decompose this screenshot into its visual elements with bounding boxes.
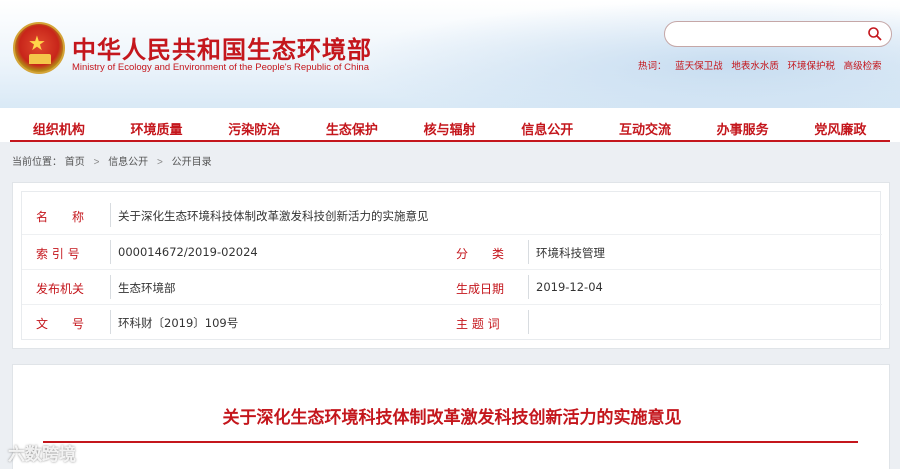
name-label: 名 称	[36, 210, 85, 224]
name-value: 关于深化生态环境科技体制改革激发科技创新活力的实施意见	[118, 209, 429, 223]
advanced-search-link[interactable]: 高级检索	[844, 61, 882, 72]
hot-word-link[interactable]: 环境保护税	[787, 61, 835, 72]
index-value: 000014672/2019-02024	[118, 245, 258, 259]
article-panel: 关于深化生态环境科技体制改革激发科技创新活力的实施意见	[12, 364, 890, 469]
date-value: 2019-12-04	[536, 280, 603, 294]
hot-word-link[interactable]: 地表水水质	[731, 61, 779, 72]
document-info-panel: 名 称 关于深化生态环境科技体制改革激发科技创新活力的实施意见 索 引 号 00…	[12, 182, 890, 349]
nav-item-pollution-control[interactable]: 污染防治	[205, 119, 303, 138]
info-row-docno: 文 号 环科财〔2019〕109号 主 题 词	[22, 304, 882, 339]
nav-item-information-disclosure[interactable]: 信息公开	[498, 119, 596, 138]
search-input[interactable]	[664, 21, 892, 47]
national-emblem-icon[interactable]: ★	[13, 22, 65, 74]
article-title: 关于深化生态环境科技体制改革激发科技创新活力的实施意见	[222, 408, 682, 428]
star-icon: ★	[28, 31, 46, 55]
cell-divider	[110, 275, 111, 299]
search-icon[interactable]	[867, 26, 883, 42]
category-value: 环境科技管理	[536, 246, 605, 260]
nav-item-interaction[interactable]: 互动交流	[596, 119, 694, 138]
hot-words-label: 热词：	[638, 61, 667, 72]
issuer-value: 生态环境部	[118, 281, 176, 295]
hot-words: 热词： 蓝天保卫战 地表水水质 环境保护税 高级检索	[638, 58, 882, 72]
nav-item-organization[interactable]: 组织机构	[10, 119, 108, 138]
breadcrumb-item-home[interactable]: 首页	[65, 157, 85, 168]
site-title[interactable]: 中华人民共和国生态环境部	[72, 30, 372, 65]
site-header: ★ 中华人民共和国生态环境部 Ministry of Ecology and E…	[0, 0, 900, 108]
topic-label: 主 题 词	[456, 317, 500, 331]
cell-divider	[528, 310, 529, 334]
breadcrumb-separator: >	[156, 157, 163, 168]
docno-value: 环科财〔2019〕109号	[118, 316, 239, 330]
info-row-index: 索 引 号 000014672/2019-02024 分 类 环境科技管理	[22, 234, 882, 269]
info-row-issuer: 发布机关 生态环境部 生成日期 2019-12-04	[22, 269, 882, 304]
nav-item-ecology-protection[interactable]: 生态保护	[303, 119, 401, 138]
document-info-table: 名 称 关于深化生态环境科技体制改革激发科技创新活力的实施意见 索 引 号 00…	[21, 191, 882, 340]
cell-divider	[110, 240, 111, 264]
nav-item-services[interactable]: 办事服务	[694, 119, 792, 138]
cell-divider	[528, 275, 529, 299]
article-divider	[43, 441, 858, 443]
date-label: 生成日期	[456, 282, 505, 296]
nav-item-environment-quality[interactable]: 环境质量	[108, 119, 206, 138]
index-label: 索 引 号	[36, 247, 80, 261]
gate-icon	[29, 54, 51, 64]
breadcrumb: 当前位置： 首页 > 信息公开 > 公开目录	[12, 153, 212, 168]
breadcrumb-separator: >	[93, 157, 100, 168]
site-subtitle: Ministry of Ecology and Environment of t…	[72, 62, 370, 73]
issuer-label: 发布机关	[36, 282, 85, 296]
cell-divider	[110, 203, 111, 227]
breadcrumb-item-catalog[interactable]: 公开目录	[172, 157, 212, 168]
cell-divider	[528, 240, 529, 264]
cell-divider	[110, 310, 111, 334]
breadcrumb-prefix: 当前位置：	[12, 157, 62, 168]
hot-word-link[interactable]: 蓝天保卫战	[675, 61, 723, 72]
category-label: 分 类	[456, 247, 505, 261]
nav-divider	[10, 140, 890, 142]
docno-label: 文 号	[36, 317, 85, 331]
nav-item-party-conduct[interactable]: 党风廉政	[792, 119, 890, 138]
header-background	[340, 0, 900, 108]
nav-item-nuclear-radiation[interactable]: 核与辐射	[401, 119, 499, 138]
watermark: 六数跨境	[8, 445, 76, 465]
breadcrumb-item-disclosure[interactable]: 信息公开	[108, 157, 148, 168]
info-row-name: 名 称 关于深化生态环境科技体制改革激发科技创新活力的实施意见	[22, 198, 882, 233]
main-nav: 组织机构 环境质量 污染防治 生态保护 核与辐射 信息公开 互动交流 办事服务 …	[0, 108, 900, 142]
